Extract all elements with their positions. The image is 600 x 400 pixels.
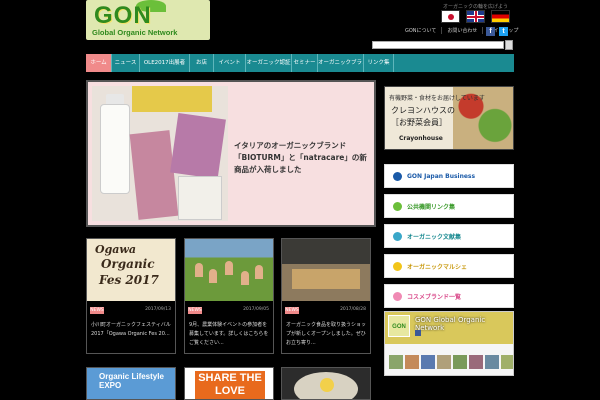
sidebar-button-gon-japan[interactable]: GON Japan Business (384, 164, 514, 188)
main-nav: ホーム ニュース OLE2017出展者 お店 イベント オーガニック認証 セミナ… (86, 54, 514, 72)
search-input[interactable] (372, 41, 504, 49)
top-note: オーガニックの輪を広げよう (442, 4, 508, 10)
slide-caption[interactable]: イタリアのオーガニックブランド「BIOTURM」と「natracare」の新商品… (234, 140, 374, 176)
circle-icon (393, 261, 402, 271)
nav-item-event[interactable]: イベント (214, 54, 246, 72)
crayonhouse-banner[interactable]: 有機野菜・食材をお届けしています クレヨンハウスの ［お野菜会員］ Crayon… (384, 86, 514, 150)
language-flags (441, 10, 510, 23)
sidebar-button-label: オーガニック文献集 (407, 233, 462, 241)
sidebar-button-cosme[interactable]: コスメブランド一覧 (384, 284, 514, 308)
share-love-title: SHARE THE LOVE (195, 371, 265, 399)
circle-icon (393, 231, 402, 241)
post-thumbnail-share-love[interactable]: SHARE THE LOVE (184, 367, 274, 400)
logo-text: GON (94, 2, 152, 29)
post-date: 2017/09/13 (145, 307, 171, 312)
fes-title-line1: Ogawa (95, 243, 136, 256)
fes-title-line2: Organic (101, 257, 155, 271)
post-thumbnail[interactable] (282, 239, 370, 301)
post-card[interactable]: NEWS 2017/08/28 オーガニック食品を取り扱うショップが新しくオープ… (281, 238, 371, 354)
twitter-icon[interactable]: t (499, 27, 508, 36)
social-links: f t (486, 27, 508, 36)
post-date: 2017/09/05 (243, 307, 269, 312)
uk-flag-icon[interactable] (466, 10, 485, 23)
sidebar-button-label: コスメブランド一覧 (407, 293, 462, 301)
top-link-about[interactable]: GONについて (400, 27, 441, 34)
facebook-icon (415, 330, 421, 336)
post-thumbnail[interactable] (185, 239, 273, 301)
follower-thumbnails (389, 355, 513, 369)
expo-title: Organic Lifestyle EXPO (99, 372, 164, 390)
nav-item-shop[interactable]: お店 (190, 54, 214, 72)
post-excerpt[interactable]: オーガニック食品を取り扱うショップが新しくオープンしました。ぜひお立ち寄り... (282, 319, 370, 350)
nav-item-cert[interactable]: オーガニック認証 (246, 54, 292, 72)
site-logo[interactable]: GON Global Organic Network (86, 0, 210, 40)
crayon-line1: 有機野菜・食材をお届けしています (389, 95, 485, 102)
sidebar-button-literature[interactable]: オーガニック文献集 (384, 224, 514, 248)
post-excerpt[interactable]: 小川町オーガニックフェスティバル2017「Ogawa Organic Fes 2… (87, 319, 175, 341)
circle-icon (393, 291, 402, 301)
post-thumbnail-dish[interactable] (281, 367, 371, 400)
logo-tagline: Global Organic Network (92, 28, 178, 37)
nav-item-seminar[interactable]: セミナー (292, 54, 318, 72)
facebook-icon[interactable]: f (486, 27, 495, 36)
slide-photo (92, 86, 228, 221)
nav-item-links[interactable]: リンク集 (364, 54, 394, 72)
post-card[interactable]: NEWS 2017/09/05 9月、農業体験イベントの参加者を募集しています。… (184, 238, 274, 354)
sidebar-button-public-links[interactable]: 公共機関リンク集 (384, 194, 514, 218)
sidebar-button-label: GON Japan Business (407, 172, 476, 180)
crayon-line2: クレヨンハウスの (391, 106, 455, 115)
post-thumbnail[interactable]: Ogawa Organic Fes 2017 (87, 239, 175, 301)
crayon-line3: ［お野菜会員］ (391, 118, 447, 127)
fes-title-line3: Fes 2017 (99, 273, 159, 287)
nav-item-news[interactable]: ニュース (112, 54, 140, 72)
category-badge[interactable]: NEWS (188, 307, 202, 314)
sidebar-button-marche[interactable]: オーガニックマルシェ (384, 254, 514, 278)
post-card[interactable]: Ogawa Organic Fes 2017 NEWS 2017/09/13 小… (86, 238, 176, 354)
category-badge[interactable]: NEWS (285, 307, 299, 314)
post-excerpt[interactable]: 9月、農業体験イベントの参加者を募集しています。詳しくはこちらをご覧ください..… (185, 319, 273, 350)
facebook-page-name[interactable]: GON Global Organic Network (415, 316, 513, 332)
sidebar-button-label: 公共機関リンク集 (407, 203, 456, 211)
top-link-contact[interactable]: お問い合わせ (441, 27, 482, 34)
circle-icon (393, 171, 402, 181)
crayon-brand: Crayonhouse (399, 135, 443, 142)
nav-item-ole2017[interactable]: OLE2017出展者 (140, 54, 190, 72)
featured-slider[interactable]: イタリアのオーガニックブランド「BIOTURM」と「natracare」の新商品… (86, 80, 376, 227)
post-date: 2017/08/28 (340, 307, 366, 312)
page-avatar: GON (388, 315, 410, 337)
search-button[interactable] (505, 40, 513, 50)
jp-flag-icon[interactable] (441, 10, 460, 23)
sidebar-button-label: オーガニックマルシェ (407, 263, 468, 271)
facebook-page-widget[interactable]: GON GON Global Organic Network (384, 311, 514, 376)
post-thumbnail-expo[interactable]: Organic Lifestyle EXPO (86, 367, 176, 400)
de-flag-icon[interactable] (491, 10, 510, 23)
nav-item-home[interactable]: ホーム (86, 54, 112, 72)
nav-item-brand[interactable]: オーガニックブランド (318, 54, 364, 72)
category-badge[interactable]: NEWS (90, 307, 104, 314)
circle-icon (393, 201, 402, 211)
